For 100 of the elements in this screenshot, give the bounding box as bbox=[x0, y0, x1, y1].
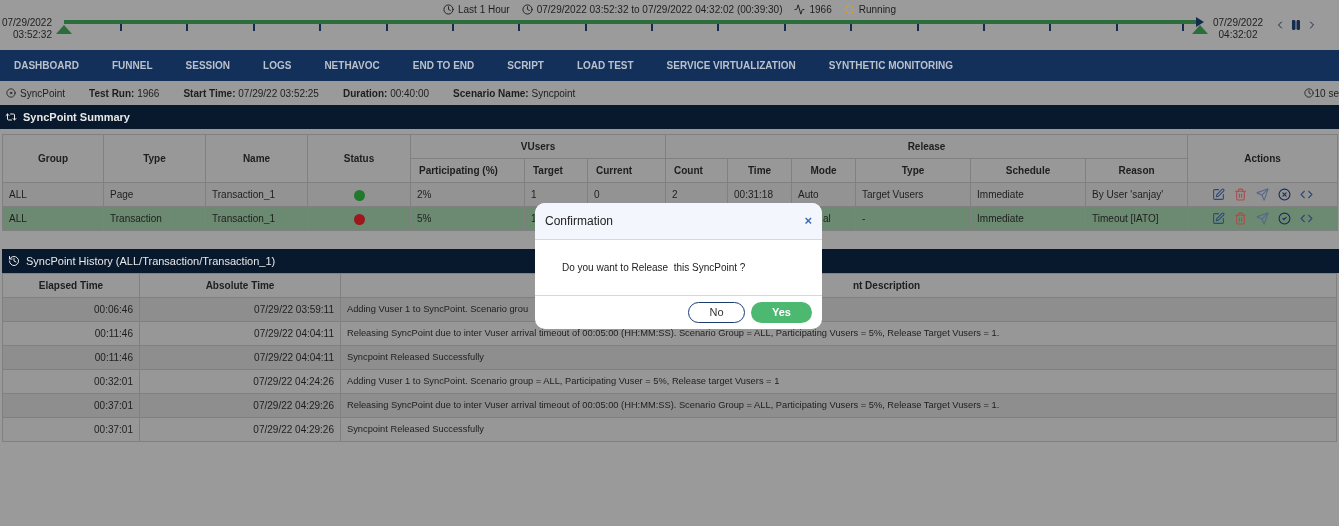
field-label: Start Time: bbox=[183, 87, 236, 99]
table-cell: 07/29/22 03:59:11 bbox=[254, 304, 334, 315]
table-cell: Transaction_1 bbox=[212, 189, 275, 200]
table-cell: 00:32:01 bbox=[94, 376, 133, 387]
nav-tab[interactable]: NETHAVOC bbox=[323, 58, 381, 73]
nav-tab[interactable]: SERVICE VIRTUALIZATION bbox=[665, 58, 797, 73]
column-header: Elapsed Time bbox=[2, 273, 140, 298]
delete-icon[interactable] bbox=[1234, 188, 1248, 201]
table-cell: 0 bbox=[594, 189, 600, 200]
close-button[interactable]: × bbox=[804, 211, 812, 231]
spinner-icon bbox=[843, 4, 855, 15]
table-cell: Transaction bbox=[110, 213, 162, 224]
cancel-circle-icon[interactable] bbox=[1278, 188, 1292, 201]
nav-tab[interactable]: END TO END bbox=[411, 58, 476, 73]
run-status: Running bbox=[858, 3, 896, 17]
table-cell: 2% bbox=[417, 189, 432, 200]
section-title: SyncPoint History (ALL/Transaction/Transaction_1) bbox=[26, 253, 276, 269]
dialog-title: Confirmation bbox=[545, 213, 614, 230]
repeat-icon bbox=[5, 111, 17, 123]
field-label: Duration: bbox=[342, 87, 388, 99]
time-range: 07/29/2022 03:52:32 to 07/29/2022 04:32:02 (00:39:30) bbox=[536, 3, 783, 17]
clock-icon bbox=[1303, 88, 1314, 98]
table-cell: Immediate bbox=[977, 189, 1024, 200]
dialog-message: Do you want to Release this SyncPoint ? bbox=[562, 261, 746, 275]
table-cell: 07/29/22 04:04:11 bbox=[254, 352, 334, 363]
start-time: 03:52:32 bbox=[12, 29, 52, 41]
table-cell: al bbox=[823, 213, 831, 224]
column-header: Name bbox=[205, 134, 308, 183]
table-cell: - bbox=[862, 213, 866, 224]
table-cell: Releasing SyncPoint due to inter Vuser arrival timeout of 00:05:00 (HH:MM:SS). Scenario Group = ALL, Participating Vusers = 5%, Release Target Vusers = 1. bbox=[347, 327, 1000, 338]
table-cell: 07/29/22 04:24:26 bbox=[253, 376, 334, 387]
nav-tab[interactable]: DASHBOARD bbox=[13, 58, 80, 73]
send-icon[interactable] bbox=[1256, 188, 1270, 201]
clock-icon bbox=[443, 4, 454, 15]
end-time: 04:32:02 bbox=[1217, 29, 1259, 41]
field-label: Test Run: bbox=[89, 87, 135, 99]
table-cell: 00:37:01 bbox=[94, 400, 133, 411]
test-run-number: 1966 bbox=[809, 3, 832, 17]
column-header: Type bbox=[855, 158, 971, 183]
column-header: Participating (%) bbox=[410, 158, 525, 183]
table-cell: Releasing SyncPoint due to inter Vuser arrival timeout of 00:05:00 (HH:MM:SS). Scenario Group = ALL, Participating Vusers = 5%, Release Target Vusers = 1. bbox=[347, 399, 1000, 410]
nav-tab[interactable]: LOGS bbox=[262, 58, 293, 73]
nav-tab[interactable]: LOAD TEST bbox=[575, 58, 635, 73]
nav-tab[interactable]: FUNNEL bbox=[111, 58, 154, 73]
column-header: Actions bbox=[1187, 134, 1338, 183]
time-preset[interactable]: Last 1 Hour bbox=[458, 2, 510, 17]
group-header: VUsers bbox=[410, 134, 666, 159]
table-cell: Transaction_1 bbox=[212, 213, 275, 224]
table-cell: Page bbox=[110, 189, 134, 200]
edit-icon[interactable] bbox=[1212, 188, 1226, 201]
group-header: Release bbox=[665, 134, 1188, 159]
column-header: Reason bbox=[1085, 158, 1188, 183]
field-value: 1966 bbox=[137, 87, 160, 99]
table-cell: Syncpoint Released Successfully bbox=[347, 423, 484, 434]
column-header: Type bbox=[103, 134, 206, 183]
code-icon[interactable] bbox=[1300, 188, 1314, 201]
section-title: SyncPoint Summary bbox=[23, 109, 130, 125]
column-header: Absolute Time bbox=[139, 273, 341, 298]
table-cell: 00:37:01 bbox=[94, 424, 133, 435]
column-header: Status bbox=[307, 134, 411, 183]
code-icon[interactable] bbox=[1300, 212, 1314, 225]
table-cell: Adding Vuser 1 to SyncPoint. Scenario group = ALL, Participating Vuser = 5%, Release target Vusers = 1 bbox=[347, 375, 780, 386]
column-header: nt Description bbox=[852, 280, 921, 291]
delete-icon[interactable] bbox=[1234, 212, 1248, 225]
start-date: 07/29/2022 bbox=[0, 17, 52, 29]
column-header: Group bbox=[2, 134, 104, 183]
field-value: 07/29/22 03:52:25 bbox=[238, 87, 319, 99]
table-cell: 00:11:46 bbox=[94, 352, 133, 363]
table-cell: 07/29/22 04:04:11 bbox=[254, 328, 334, 339]
table-cell: By User 'sanjay' bbox=[1092, 189, 1164, 200]
nav-tab[interactable]: SCRIPT bbox=[506, 58, 545, 73]
no-button[interactable]: No bbox=[688, 302, 745, 323]
table-cell: 00:31:18 bbox=[734, 189, 773, 200]
table-cell: Target Vusers bbox=[862, 189, 924, 200]
edit-icon[interactable] bbox=[1212, 212, 1226, 225]
field-value: Syncpoint bbox=[531, 87, 576, 99]
field-value: 00:40:00 bbox=[390, 87, 430, 99]
syncpoint-icon bbox=[6, 88, 16, 98]
nav-tab[interactable]: SESSION bbox=[184, 58, 232, 73]
nav-tab[interactable]: SYNTHETIC MONITORING bbox=[827, 58, 954, 73]
table-cell: 00:06:46 bbox=[94, 304, 133, 315]
send-icon[interactable] bbox=[1256, 212, 1270, 225]
field-label: Scenario Name: bbox=[453, 87, 529, 99]
check-circle-icon[interactable] bbox=[1278, 212, 1292, 225]
clock-icon bbox=[521, 4, 533, 15]
table-cell: ALL bbox=[9, 189, 27, 200]
table-cell: 5% bbox=[417, 213, 432, 224]
table-cell: Immediate bbox=[977, 213, 1024, 224]
table-cell: 00:11:46 bbox=[94, 328, 133, 339]
column-header: Schedule bbox=[970, 158, 1086, 183]
refresh-interval[interactable]: 10 se bbox=[1314, 85, 1339, 101]
table-cell: 2 bbox=[672, 189, 678, 200]
table-cell: 1 bbox=[531, 189, 537, 200]
end-date: 07/29/2022 bbox=[1211, 17, 1265, 29]
page-title: SyncPoint bbox=[20, 86, 66, 101]
table-row[interactable]: ALL Page Transaction_1 2% 1 0 2 00:31:18 Auto Target Vusers Immediate By User 'sanjay' bbox=[2, 182, 1338, 207]
pulse-icon bbox=[794, 4, 806, 15]
table-cell: Auto bbox=[798, 189, 819, 200]
pause-icon[interactable] bbox=[1290, 19, 1302, 31]
table-cell: Timeout [IATO] bbox=[1092, 213, 1159, 224]
